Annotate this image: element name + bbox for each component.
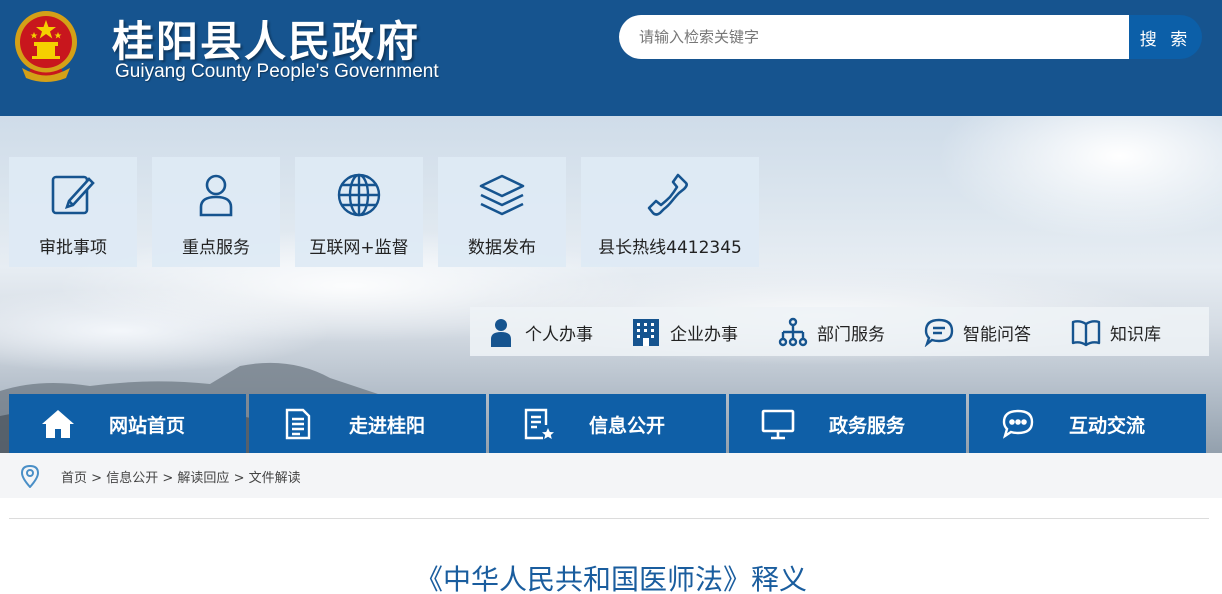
- tile-data-release[interactable]: 数据发布: [438, 157, 566, 267]
- org-chart-icon: [778, 317, 808, 347]
- quick-link-qa[interactable]: 智能问答: [924, 307, 1054, 356]
- person-icon: [491, 319, 511, 347]
- book-icon: [1071, 320, 1101, 347]
- user-icon: [199, 174, 233, 217]
- nav-item-info-disclosure[interactable]: 信息公开: [489, 394, 726, 453]
- breadcrumb-item-interpretation[interactable]: 解读回应: [177, 471, 229, 486]
- building-icon: [633, 319, 659, 346]
- edit-icon: [51, 175, 95, 215]
- tile-approval[interactable]: 审批事项: [9, 157, 137, 267]
- globe-icon: [337, 173, 381, 217]
- national-emblem-icon[interactable]: [10, 8, 82, 86]
- quick-link-label: 企业办事: [670, 325, 738, 345]
- tile-label: 审批事项: [39, 238, 107, 258]
- quick-links-bar: 个人办事 企业办事 部门服务 智能问答 知识库: [470, 307, 1209, 356]
- chat-icon: [924, 318, 954, 347]
- site-title: 桂阳县人民政府: [112, 17, 421, 66]
- quick-link-label: 智能问答: [963, 325, 1031, 345]
- phone-icon: [647, 173, 688, 216]
- search-box: 搜 索: [619, 15, 1202, 59]
- article-title: 《中华人民共和国医师法》释义: [414, 563, 807, 594]
- layers-icon: [479, 174, 525, 216]
- quick-link-label: 部门服务: [817, 325, 885, 345]
- chat-bubbles-icon: [1002, 409, 1034, 439]
- quick-link-knowledge-base[interactable]: 知识库: [1071, 307, 1181, 356]
- tile-label: 县长热线4412345: [598, 238, 742, 258]
- nav-item-about[interactable]: 走进桂阳: [249, 394, 486, 453]
- quick-link-enterprise[interactable]: 企业办事: [631, 307, 761, 356]
- tile-internet-supervision[interactable]: 互联网+监督: [295, 157, 423, 267]
- tile-key-services[interactable]: 重点服务: [152, 157, 280, 267]
- nav-label: 互动交流: [1069, 415, 1146, 437]
- quick-link-department[interactable]: 部门服务: [778, 307, 908, 356]
- quick-link-label: 知识库: [1110, 325, 1161, 345]
- quick-link-personal[interactable]: 个人办事: [486, 307, 616, 356]
- site-subtitle: Guiyang County People's Government: [115, 61, 439, 82]
- content-divider: [9, 518, 1209, 519]
- location-pin-icon: [20, 464, 40, 488]
- search-button[interactable]: 搜 索: [1129, 15, 1202, 59]
- breadcrumb-separator: >: [162, 471, 174, 486]
- document-icon: [285, 408, 311, 440]
- nav-label: 政务服务: [829, 415, 906, 437]
- tile-label: 重点服务: [182, 238, 250, 258]
- main-nav: 网站首页 走进桂阳 信息公开 政务服务 互动交流: [0, 394, 1222, 453]
- tile-hotline[interactable]: 县长热线4412345: [581, 157, 759, 267]
- nav-item-interaction[interactable]: 互动交流: [969, 394, 1206, 453]
- breadcrumb-item-info[interactable]: 信息公开: [106, 471, 158, 486]
- tile-label: 互联网+监督: [309, 238, 409, 258]
- nav-label: 信息公开: [589, 415, 666, 437]
- breadcrumb: 首页 > 信息公开 > 解读回应 > 文件解读: [61, 467, 301, 486]
- home-icon: [42, 410, 74, 438]
- tile-label: 数据发布: [468, 238, 536, 258]
- nav-label: 网站首页: [109, 415, 186, 437]
- breadcrumb-separator: >: [233, 471, 245, 486]
- breadcrumb-separator: >: [91, 471, 103, 486]
- search-input[interactable]: [619, 15, 1133, 59]
- breadcrumb-item-home[interactable]: 首页: [61, 471, 87, 486]
- breadcrumb-item-document[interactable]: 文件解读: [249, 471, 301, 486]
- monitor-icon: [761, 409, 795, 440]
- site-header: 桂阳县人民政府 Guiyang County People's Governme…: [0, 0, 1222, 116]
- info-doc-icon: [524, 408, 554, 440]
- quick-link-label: 个人办事: [525, 325, 593, 345]
- nav-item-home[interactable]: 网站首页: [9, 394, 246, 453]
- nav-label: 走进桂阳: [349, 415, 426, 437]
- nav-item-gov-services[interactable]: 政务服务: [729, 394, 966, 453]
- breadcrumb-bar: 首页 > 信息公开 > 解读回应 > 文件解读: [0, 453, 1222, 498]
